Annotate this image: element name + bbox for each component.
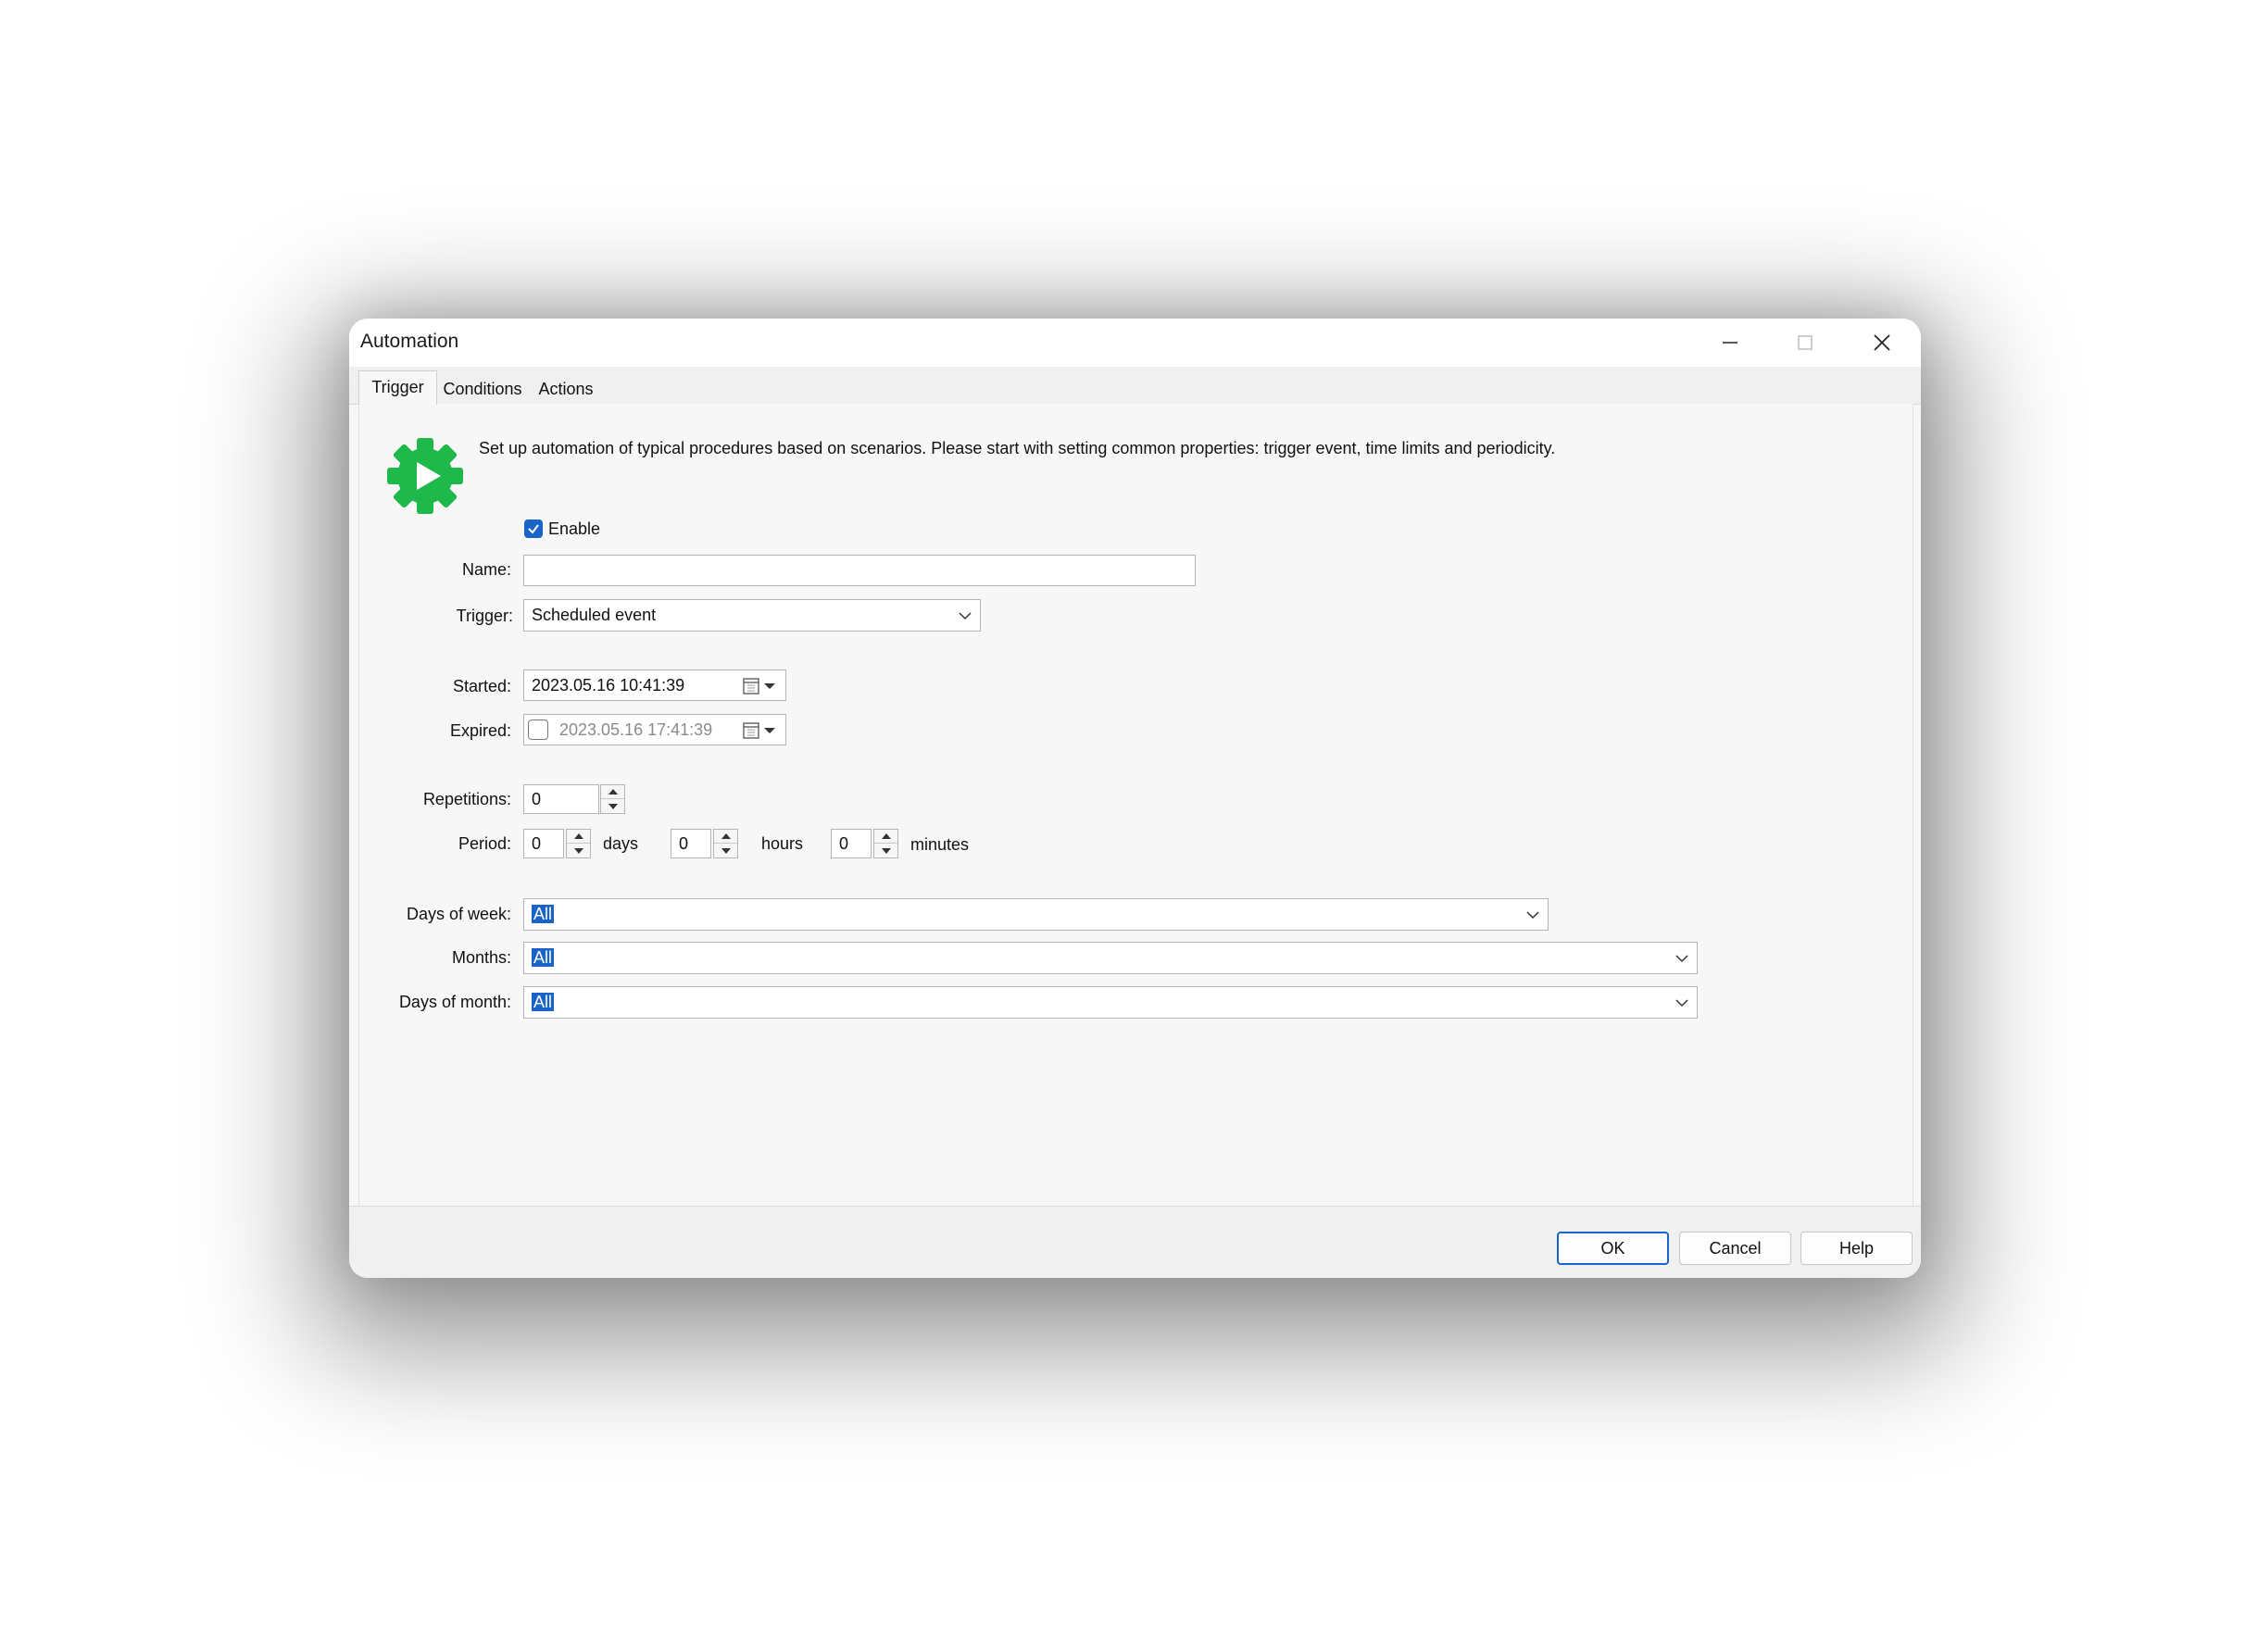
tab-actions[interactable]: Actions <box>534 375 597 403</box>
spin-up-button[interactable] <box>714 830 737 844</box>
arrow-down-icon <box>608 803 618 809</box>
ok-button[interactable]: OK <box>1557 1232 1669 1265</box>
trigger-label: Trigger: <box>456 607 513 625</box>
close-button[interactable] <box>1856 324 1908 361</box>
cancel-button[interactable]: Cancel <box>1679 1232 1791 1265</box>
arrow-up-icon <box>608 789 618 795</box>
months-select[interactable]: All <box>523 942 1698 974</box>
description-text: Set up automation of typical procedures … <box>479 439 1556 457</box>
spin-up-button[interactable] <box>567 830 590 844</box>
started-datetime-picker[interactable]: 2023.05.16 10:41:39 <box>523 670 786 701</box>
name-input[interactable] <box>523 555 1196 586</box>
period-hours-input[interactable]: 0 <box>671 829 711 858</box>
calendar-dropdown-icon[interactable] <box>743 722 778 739</box>
title-bar[interactable]: Automation <box>349 319 1921 367</box>
minimize-button[interactable] <box>1704 324 1756 361</box>
hours-unit-label: hours <box>761 834 804 853</box>
arrow-up-icon <box>881 833 891 839</box>
days-of-week-label: Days of week: <box>406 905 511 923</box>
days-of-month-select[interactable]: All <box>523 986 1698 1019</box>
chevron-down-icon <box>1675 998 1688 1007</box>
period-days-input[interactable]: 0 <box>523 829 564 858</box>
days-of-week-select[interactable]: All <box>523 898 1549 931</box>
spin-up-button[interactable] <box>601 785 624 799</box>
spin-down-button[interactable] <box>714 844 737 857</box>
period-days-spinner[interactable] <box>566 829 591 858</box>
expired-label: Expired: <box>449 721 511 740</box>
enable-checkbox[interactable] <box>524 519 543 538</box>
repetitions-spinner[interactable] <box>600 784 625 814</box>
months-value: All <box>532 948 555 967</box>
arrow-up-icon <box>721 833 731 839</box>
gear-play-icon <box>387 438 463 514</box>
chevron-down-icon <box>959 611 972 620</box>
calendar-dropdown-icon[interactable] <box>743 678 778 695</box>
checkmark-icon <box>528 524 539 534</box>
expired-datetime-picker[interactable]: 2023.05.16 17:41:39 <box>523 714 786 745</box>
repetitions-label: Repetitions: <box>422 790 511 808</box>
enable-label: Enable <box>548 519 601 538</box>
name-label: Name: <box>461 560 511 579</box>
arrow-down-icon <box>573 847 583 854</box>
spin-down-button[interactable] <box>567 844 590 857</box>
help-button[interactable]: Help <box>1800 1232 1913 1265</box>
spin-up-button[interactable] <box>874 830 897 844</box>
chevron-down-icon <box>1675 954 1688 962</box>
tab-trigger[interactable]: Trigger <box>358 370 437 405</box>
minimize-icon <box>1723 342 1737 344</box>
tab-strip: Trigger Conditions Actions <box>349 367 1921 405</box>
months-label: Months: <box>451 948 511 967</box>
period-hours-spinner[interactable] <box>713 829 738 858</box>
started-label: Started: <box>452 677 511 695</box>
days-unit-label: days <box>603 834 639 853</box>
days-of-month-value: All <box>532 993 555 1011</box>
tab-conditions[interactable]: Conditions <box>440 375 525 403</box>
repetitions-input[interactable]: 0 <box>523 784 599 814</box>
chevron-down-icon <box>1526 910 1539 919</box>
trigger-select[interactable]: Scheduled event <box>523 599 981 632</box>
arrow-down-icon <box>881 847 891 854</box>
maximize-icon <box>1798 335 1813 350</box>
expired-value: 2023.05.16 17:41:39 <box>559 720 713 739</box>
period-minutes-spinner[interactable] <box>873 829 898 858</box>
close-icon <box>1874 334 1890 351</box>
days-of-week-value: All <box>532 905 555 923</box>
period-minutes-input[interactable]: 0 <box>831 829 872 858</box>
started-value: 2023.05.16 10:41:39 <box>532 676 685 695</box>
window-title: Automation <box>360 331 459 352</box>
minutes-unit-label: minutes <box>910 835 970 854</box>
days-of-month-label: Days of month: <box>398 993 511 1011</box>
spin-down-button[interactable] <box>874 844 897 857</box>
period-label: Period: <box>458 834 511 853</box>
trigger-select-value: Scheduled event <box>532 606 657 624</box>
arrow-down-icon <box>721 847 731 854</box>
arrow-up-icon <box>573 833 583 839</box>
expired-checkbox[interactable] <box>528 720 548 740</box>
maximize-button[interactable] <box>1779 324 1831 361</box>
spin-down-button[interactable] <box>601 799 624 813</box>
